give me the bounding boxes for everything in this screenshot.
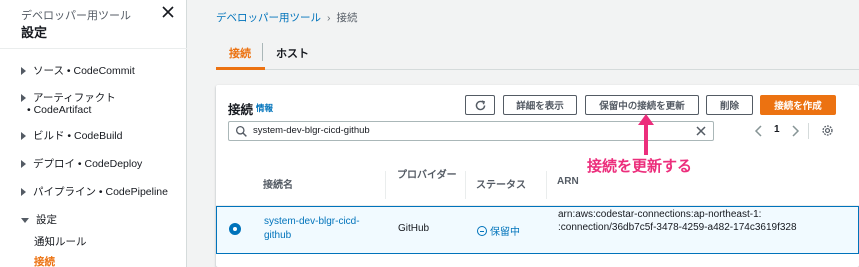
sidebar-item-notification-rules[interactable]: 通知ルール (34, 234, 87, 249)
sidebar-item-settings[interactable]: 設定 (21, 212, 57, 227)
column-header-arn: ARN (557, 176, 579, 187)
status-cell: 保留中 (477, 223, 520, 238)
create-connection-button[interactable]: 接続を作成 (760, 95, 836, 115)
column-divider (465, 171, 466, 199)
column-header-name: 接続名 (263, 180, 293, 191)
tab-hosts[interactable]: ホスト (276, 45, 309, 61)
tab-connections[interactable]: 接続 (229, 45, 251, 61)
sidebar-item-build[interactable]: ビルド • CodeBuild (21, 128, 122, 143)
clear-icon[interactable] (695, 125, 707, 137)
gear-icon[interactable] (821, 124, 834, 137)
sidebar-item-artifact-cont: • CodeArtifact (27, 104, 92, 116)
sidebar-item-label: ソース • CodeCommit (33, 65, 135, 77)
sidebar-item-label: ビルド • CodeBuild (33, 130, 123, 142)
sidebar-divider (0, 48, 187, 49)
refresh-button[interactable] (465, 95, 495, 115)
sidebar-item-pipeline[interactable]: パイプライン • CodePipeline (21, 184, 168, 199)
search-value: system-dev-blgr-cicd-github (253, 125, 370, 136)
info-link[interactable]: 情報 (256, 102, 273, 114)
table-row[interactable]: system-dev-blgr-cicd-github GitHub 保留中 a… (216, 206, 859, 254)
delete-button[interactable]: 削除 (706, 95, 753, 115)
column-divider (385, 171, 386, 199)
sidebar-item-deploy[interactable]: デプロイ • CodeDeploy (21, 156, 142, 171)
sidebar-item-source[interactable]: ソース • CodeCommit (21, 63, 135, 78)
refresh-icon (475, 99, 485, 110)
caret-right-icon (21, 67, 26, 76)
status-label: 保留中 (490, 227, 520, 238)
active-tab-indicator (216, 67, 265, 70)
search-icon (235, 125, 247, 137)
sidebar-item-artifact[interactable]: アーティファクト (21, 90, 116, 105)
arn-cell: arn:aws:codestar-connections:ap-northeas… (558, 209, 797, 233)
sidebar-item-label: デプロイ • CodeDeploy (33, 158, 143, 170)
breadcrumb-parent[interactable]: デベロッパー用ツール (216, 12, 321, 24)
caret-right-icon (21, 132, 26, 141)
tab-baseline (216, 69, 859, 70)
sidebar-subtitle: デベロッパー用ツール (21, 10, 131, 22)
sidebar-item-label: 設定 (36, 214, 57, 226)
sidebar-title: 設定 (21, 25, 48, 40)
breadcrumb: デベロッパー用ツール › 接続 (216, 10, 358, 25)
connections-panel: 接続 情報 詳細を表示 保留中の接続を更新 削除 接続を作成 system-de… (216, 85, 859, 267)
pending-icon (477, 226, 487, 236)
sidebar: デベロッパー用ツール 設定 ソース • CodeCommit アーティファクト … (0, 0, 187, 267)
column-header-provider: プロバイダー (397, 170, 457, 181)
sidebar-item-label: パイプライン • CodePipeline (33, 186, 168, 198)
connection-name-link[interactable]: system-dev-blgr-cicd-github (264, 215, 374, 243)
sidebar-item-label: アーティファクト (33, 92, 116, 104)
page-number[interactable]: 1 (774, 124, 780, 135)
breadcrumb-current: 接続 (336, 12, 358, 24)
caret-right-icon (21, 94, 26, 103)
chevron-left-icon[interactable] (754, 125, 764, 137)
caret-down-icon (21, 217, 29, 223)
column-divider (546, 171, 547, 199)
view-details-button[interactable]: 詳細を表示 (503, 95, 577, 115)
chevron-right-icon[interactable] (790, 125, 800, 137)
column-header-status: ステータス (476, 180, 526, 191)
provider-cell: GitHub (398, 223, 430, 234)
sidebar-item-connections[interactable]: 接続 (34, 254, 55, 267)
annotation-arrow (638, 114, 654, 155)
panel-title: 接続 (228, 103, 254, 117)
row-radio-selected[interactable] (229, 223, 241, 235)
pager-divider (808, 123, 809, 139)
caret-right-icon (21, 160, 26, 169)
close-icon[interactable] (160, 4, 176, 20)
tab-divider (262, 43, 263, 61)
caret-right-icon (21, 188, 26, 197)
annotation-text: 接続を更新する (587, 158, 693, 175)
chevron-right-icon: › (327, 12, 331, 24)
